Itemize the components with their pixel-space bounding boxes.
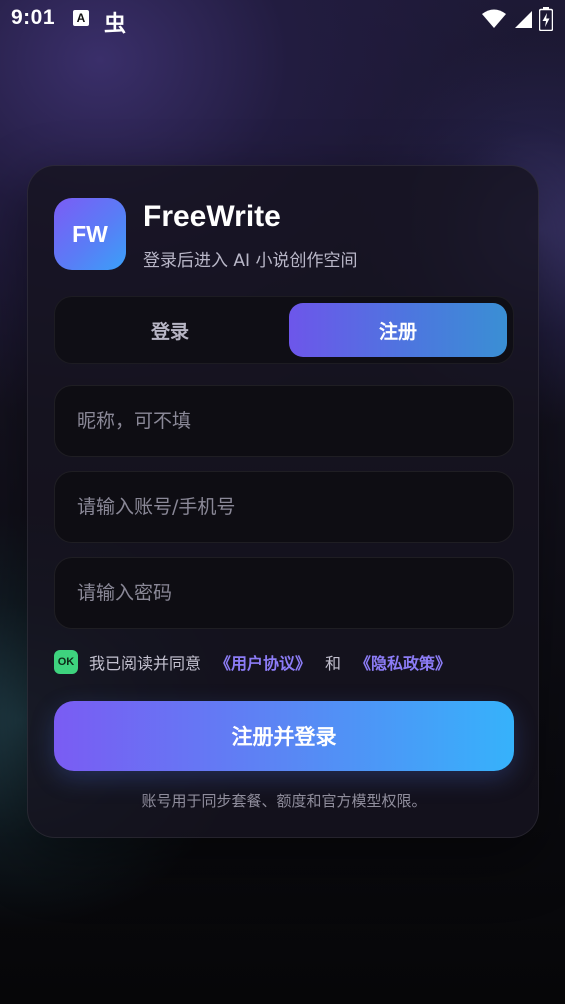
- app-subtitle: 登录后进入 AI 小说创作空间: [143, 251, 358, 271]
- register-login-button[interactable]: 注册并登录: [54, 701, 514, 771]
- tab-register[interactable]: 注册: [289, 303, 507, 357]
- user-agreement-link[interactable]: 《用户协议》: [215, 650, 311, 674]
- wifi-icon: [482, 9, 506, 28]
- app-title: FreeWrite: [143, 200, 281, 233]
- auth-tabs: 登录 注册: [54, 296, 514, 364]
- cell-signal-icon: [515, 11, 532, 28]
- battery-charging-icon: [539, 7, 553, 31]
- agreement-row: OK 我已阅读并同意 《用户协议》 和 《隐私政策》: [54, 650, 451, 674]
- status-indicators: [481, 7, 553, 31]
- account-field: [54, 471, 514, 543]
- password-input[interactable]: [55, 558, 513, 628]
- status-time: 9:01: [11, 6, 56, 29]
- debug-bug-icon: 虫: [104, 12, 127, 37]
- status-bar: 9:01 A 虫: [0, 0, 565, 40]
- agreement-prefix: 我已阅读并同意: [89, 654, 202, 673]
- agreement-and: 和: [325, 654, 342, 673]
- account-input[interactable]: [55, 472, 513, 542]
- agreement-checkbox[interactable]: OK: [54, 650, 78, 674]
- password-field: [54, 557, 514, 629]
- nickname-field: [54, 385, 514, 457]
- register-card: FW FreeWrite 登录后进入 AI 小说创作空间 登录 注册 OK 我已…: [27, 165, 539, 838]
- account-footnote: 账号用于同步套餐、额度和官方模型权限。: [141, 792, 427, 810]
- tab-login[interactable]: 登录: [61, 303, 279, 357]
- notification-a-icon: A: [73, 10, 89, 26]
- nickname-input[interactable]: [55, 386, 513, 456]
- privacy-policy-link[interactable]: 《隐私政策》: [355, 650, 451, 674]
- app-logo: FW: [54, 198, 126, 270]
